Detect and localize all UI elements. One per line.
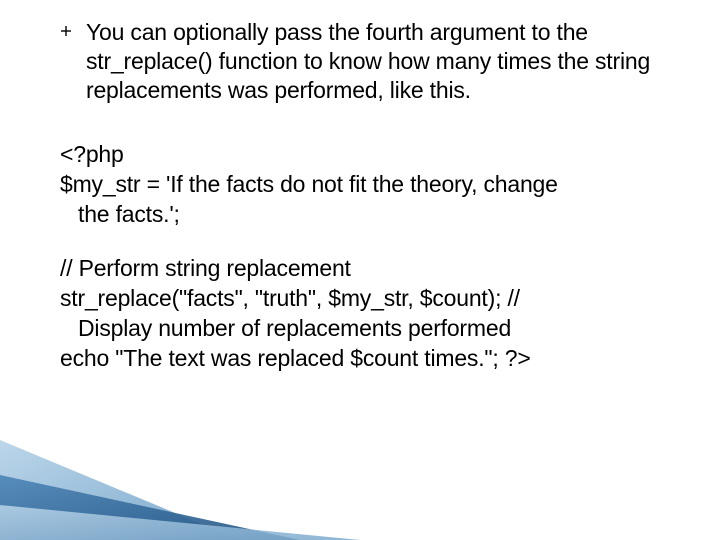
- code-line: // Perform string replacement: [60, 254, 660, 284]
- code-line: Display number of replacements performed: [60, 314, 660, 344]
- corner-wedge-decoration: [0, 420, 360, 540]
- code-line: <?php: [60, 140, 660, 170]
- code-line: the facts.';: [60, 200, 660, 230]
- code-block: <?php $my_str = 'If the facts do not fit…: [60, 140, 660, 373]
- bullet-icon: [60, 24, 72, 42]
- code-line: str_replace("facts", "truth", $my_str, $…: [60, 284, 660, 314]
- bullet-block: You can optionally pass the fourth argum…: [60, 18, 660, 104]
- code-paragraph-1: <?php $my_str = 'If the facts do not fit…: [60, 140, 660, 230]
- code-line: $my_str = 'If the facts do not fit the t…: [60, 170, 660, 200]
- code-line: echo "The text was replaced $count times…: [60, 344, 660, 374]
- code-paragraph-2: // Perform string replacement str_replac…: [60, 254, 660, 374]
- bullet-text: You can optionally pass the fourth argum…: [86, 18, 660, 104]
- slide: You can optionally pass the fourth argum…: [0, 0, 720, 540]
